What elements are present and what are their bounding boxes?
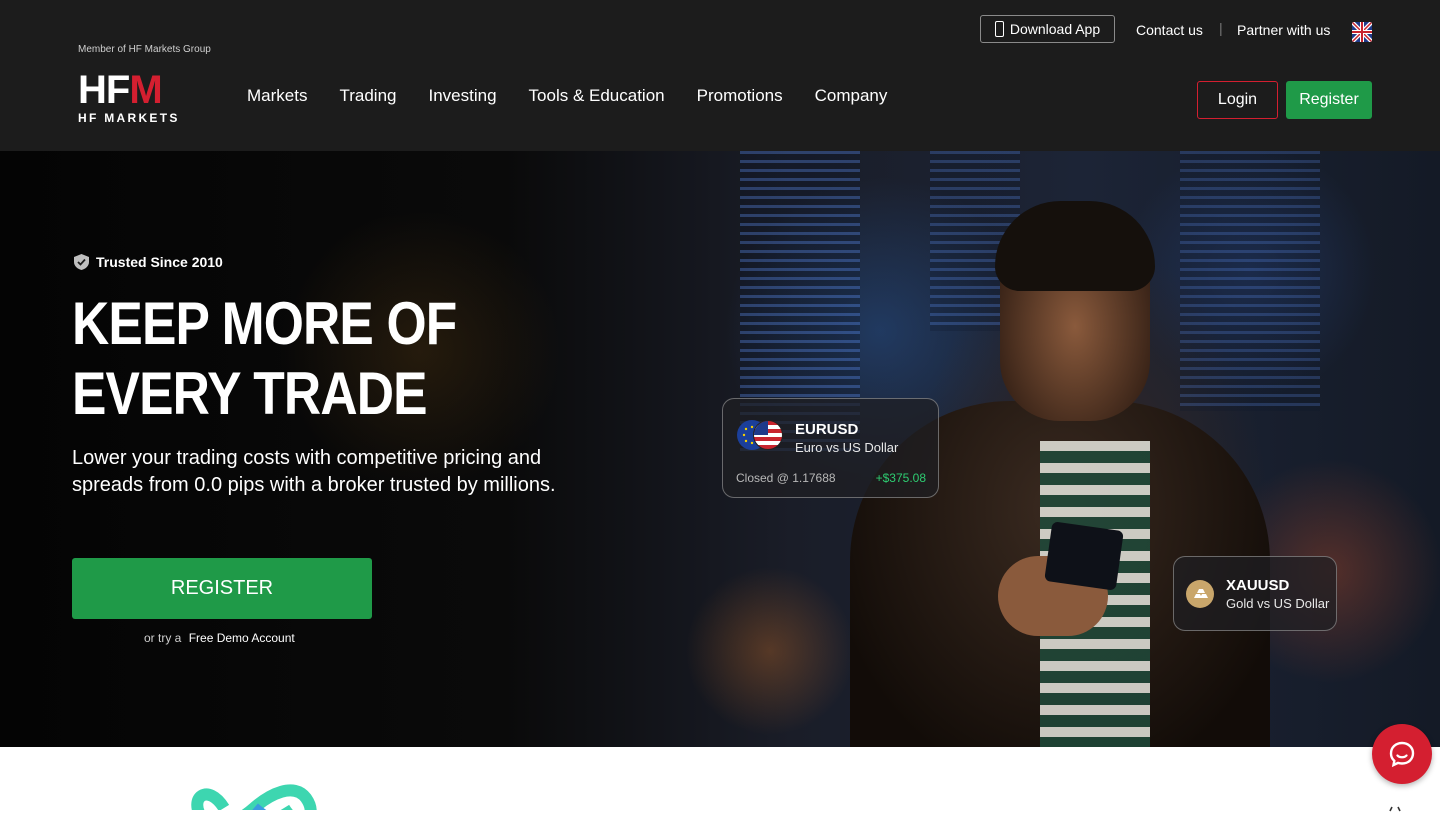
logo-hf: HF bbox=[78, 68, 130, 112]
person-hair bbox=[995, 201, 1155, 291]
chat-icon bbox=[1389, 741, 1415, 768]
eurusd-pair: EURUSD bbox=[795, 421, 859, 438]
xauusd-text: XAUUSD Gold vs US Dollar bbox=[1226, 577, 1329, 611]
eurusd-trade-card: EURUSD Euro vs US Dollar Closed @ 1.1768… bbox=[722, 398, 939, 498]
login-button[interactable]: Login bbox=[1197, 81, 1278, 119]
infinity-logo-icon bbox=[188, 778, 320, 810]
headline-line-1: KEEP MORE OF bbox=[72, 290, 457, 357]
live-chat-button[interactable] bbox=[1372, 724, 1432, 784]
main-nav: Markets Trading Investing Tools & Educat… bbox=[247, 86, 887, 106]
xauusd-name: Gold vs US Dollar bbox=[1226, 596, 1330, 611]
link-separator: | bbox=[1219, 20, 1223, 36]
logo-wordmark: HFM bbox=[78, 70, 198, 110]
group-membership-text: Member of HF Markets Group bbox=[78, 44, 211, 55]
download-app-button[interactable]: Download App bbox=[980, 15, 1115, 43]
hero-headline: KEEP MORE OF EVERY TRADE bbox=[72, 289, 457, 429]
eurusd-name: Euro vs US Dollar bbox=[795, 440, 899, 455]
xauusd-pair: XAUUSD bbox=[1226, 577, 1290, 594]
register-cta-button[interactable]: REGISTER bbox=[72, 558, 372, 619]
nav-investing[interactable]: Investing bbox=[428, 86, 496, 106]
download-app-label: Download App bbox=[1009, 21, 1101, 37]
contact-us-link[interactable]: Contact us bbox=[1136, 22, 1203, 38]
eurusd-text: EURUSD Euro vs US Dollar bbox=[795, 421, 898, 455]
logo-subtitle: HF MARKETS bbox=[78, 111, 180, 125]
gold-bars-icon bbox=[1186, 580, 1214, 608]
demo-line: or try a Free Demo Account bbox=[144, 631, 295, 645]
free-demo-link[interactable]: Free Demo Account bbox=[189, 631, 295, 645]
nav-promotions[interactable]: Promotions bbox=[697, 86, 783, 106]
person-phone bbox=[1044, 521, 1124, 591]
hero-subtitle: Lower your trading costs with competitiv… bbox=[72, 447, 556, 496]
nav-trading[interactable]: Trading bbox=[339, 86, 396, 106]
hfm-logo[interactable]: HFM HF MARKETS bbox=[78, 70, 198, 126]
partner-link[interactable]: Partner with us bbox=[1237, 22, 1330, 38]
nav-tools-education[interactable]: Tools & Education bbox=[529, 86, 665, 106]
eurusd-closed-price: Closed @ 1.17688 bbox=[736, 471, 836, 485]
shield-icon bbox=[74, 254, 89, 270]
scroll-hint-icon bbox=[1388, 800, 1402, 812]
trusted-badge: Trusted Since 2010 bbox=[74, 254, 223, 270]
headline-line-2: EVERY TRADE bbox=[72, 360, 428, 427]
register-button-top[interactable]: Register bbox=[1286, 81, 1372, 119]
logo-m: M bbox=[129, 68, 162, 112]
xauusd-trade-card: XAUUSD Gold vs US Dollar bbox=[1173, 556, 1337, 631]
top-navigation-bar: Member of HF Markets Group HFM HF MARKET… bbox=[0, 0, 1440, 151]
background-building bbox=[1180, 151, 1320, 411]
us-flag-icon bbox=[753, 420, 783, 450]
eurusd-profit: +$375.08 bbox=[875, 471, 926, 485]
uk-flag-icon[interactable] bbox=[1352, 22, 1372, 42]
phone-icon bbox=[994, 21, 1004, 37]
hero-section: Trusted Since 2010 KEEP MORE OF EVERY TR… bbox=[0, 151, 1440, 747]
nav-company[interactable]: Company bbox=[815, 86, 888, 106]
nav-markets[interactable]: Markets bbox=[247, 86, 307, 106]
trusted-text: Trusted Since 2010 bbox=[96, 254, 223, 270]
demo-prefix: or try a bbox=[144, 631, 182, 645]
